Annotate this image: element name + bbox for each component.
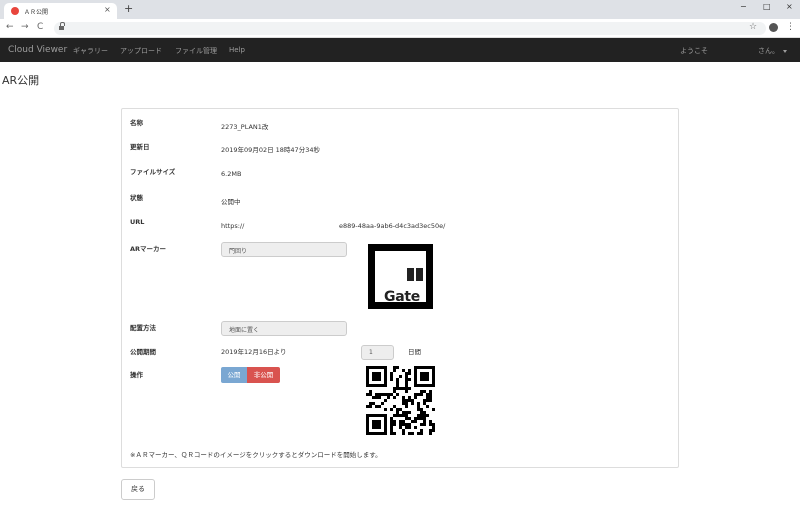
browser-toolbar: ← → C <box>0 19 800 38</box>
brand-link[interactable]: Cloud Viewer <box>8 45 67 55</box>
back-button[interactable]: 戻る <box>121 479 155 500</box>
nav-file-management[interactable]: ファイル管理 <box>175 46 217 56</box>
marker-inner: Gate <box>375 251 427 305</box>
download-note: ※ＡＲマーカー、ＱＲコードのイメージをクリックするとダウンロードを開始します。 <box>130 451 382 459</box>
status-value: 公開中 <box>221 198 241 206</box>
period-days-input[interactable]: 1 <box>361 345 394 360</box>
ar-marker-image[interactable]: Gate <box>368 244 433 309</box>
qr-code-image[interactable] <box>366 366 435 435</box>
marker-gate-text: Gate <box>384 289 420 305</box>
reload-icon[interactable]: C <box>37 22 43 32</box>
nav-help[interactable]: Help <box>229 46 245 54</box>
tab-close-icon[interactable]: × <box>104 5 111 14</box>
marker-label: ARマーカー <box>130 245 167 253</box>
detail-panel: 名称 2273_PLAN1改 更新日 2019年09月02日 18時47分34秒… <box>121 108 679 468</box>
address-input[interactable] <box>54 22 766 35</box>
updated-value: 2019年09月02日 18時47分34秒 <box>221 146 320 154</box>
period-days-unit: 日間 <box>408 348 421 356</box>
user-menu[interactable]: さん。 <box>758 46 787 56</box>
size-value: 6.2MB <box>221 170 242 178</box>
bookmark-star-icon[interactable]: ☆ <box>749 22 757 32</box>
name-value: 2273_PLAN1改 <box>221 123 269 131</box>
minimize-icon[interactable]: − <box>740 2 747 11</box>
book-icon <box>407 268 427 281</box>
unpublish-button[interactable]: 非公開 <box>247 367 280 383</box>
url-suffix[interactable]: e889-48aa-9ab6-d4c3ad3ec50e/ <box>339 222 445 230</box>
url-prefix[interactable]: https:// <box>221 222 244 230</box>
browser-tab[interactable]: ＡＲ公開 × <box>4 3 117 19</box>
publish-button[interactable]: 公開 <box>221 367 247 383</box>
lock-icon <box>59 22 65 30</box>
placement-label: 配置方法 <box>130 324 156 332</box>
nav-gallery[interactable]: ギャラリー <box>73 46 108 56</box>
updated-label: 更新日 <box>130 143 150 151</box>
size-label: ファイルサイズ <box>130 168 176 176</box>
back-arrow-icon[interactable]: ← <box>6 22 14 32</box>
window-close-icon[interactable]: × <box>786 2 793 11</box>
placement-select[interactable]: 地面に置く <box>221 321 347 336</box>
browser-tab-bar: ＡＲ公開 × + − □ × <box>0 0 800 19</box>
profile-avatar-icon[interactable] <box>769 23 778 32</box>
period-label: 公開期間 <box>130 348 156 356</box>
name-label: 名称 <box>130 119 143 127</box>
marker-select[interactable]: 門回り <box>221 242 347 257</box>
chevron-down-icon <box>783 49 787 53</box>
welcome-text: ようこそ <box>680 47 708 55</box>
page-title: AR公開 <box>2 74 40 87</box>
browser-menu-icon[interactable]: ⋮ <box>786 22 795 32</box>
maximize-icon[interactable]: □ <box>763 2 771 11</box>
user-name: さん。 <box>758 47 779 55</box>
new-tab-icon[interactable]: + <box>124 3 133 15</box>
period-value: 2019年12月16日より <box>221 348 287 356</box>
status-label: 状態 <box>130 194 143 202</box>
favicon-icon <box>11 7 19 15</box>
ops-label: 操作 <box>130 371 143 379</box>
nav-upload[interactable]: アップロード <box>120 46 162 56</box>
url-label: URL <box>130 218 145 226</box>
tab-title: ＡＲ公開 <box>24 9 49 16</box>
app-navbar: Cloud Viewer ギャラリー アップロード ファイル管理 Help よう… <box>0 38 800 62</box>
forward-arrow-icon[interactable]: → <box>21 22 29 32</box>
